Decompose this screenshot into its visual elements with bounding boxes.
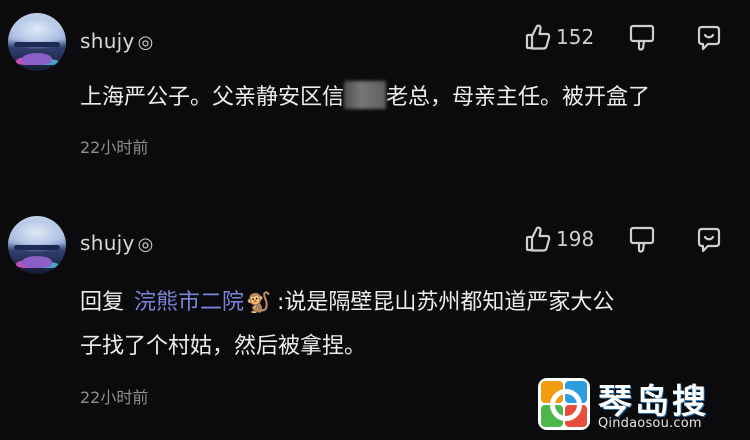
monkey-emoji-icon: 🐒 <box>246 290 271 314</box>
comment-actions: 198 <box>525 225 735 259</box>
comment-timestamp: 22小时前 <box>80 138 149 157</box>
like-count: 198 <box>556 227 595 251</box>
watermark: 琴岛搜 Qindaosou.com <box>538 374 748 436</box>
avatar[interactable] <box>8 13 66 71</box>
comment-text: 回复 浣熊市二院 🐒:说是隔壁昆山苏州都知道严家大公 子找了个村姑，然后被拿捏。 <box>80 280 730 369</box>
watermark-url: Qindaosou.com <box>598 416 702 431</box>
blurred-redaction <box>344 81 387 109</box>
username-text[interactable]: shujy <box>80 231 135 255</box>
reply-prefix: 回复 <box>80 290 125 315</box>
username-text[interactable]: shujy <box>80 29 135 53</box>
watermark-logo-icon <box>538 378 590 430</box>
verified-icon: ◎ <box>137 32 154 53</box>
comment-timestamp: 22小时前 <box>80 388 149 407</box>
avatar[interactable] <box>8 216 66 274</box>
comment-text-part1: 上海严公子。父亲静安区信 <box>80 85 345 110</box>
thumbs-down-icon <box>629 24 655 56</box>
comment-text-part2: 老总，母亲主任。被开盒了 <box>386 85 651 110</box>
comment-line-1: 回复 浣熊市二院 🐒:说是隔壁昆山苏州都知道严家大公 <box>80 280 730 325</box>
comment-line-2: 子找了个村姑，然后被拿捏。 <box>80 334 367 359</box>
reply-button[interactable] <box>695 226 723 258</box>
thumbs-up-icon <box>525 225 551 253</box>
like-button[interactable]: 152 <box>525 23 594 51</box>
username[interactable]: shujy ◎ <box>80 29 154 53</box>
comment-item: shujy ◎ 152 上海严公子。父亲静安区信 老总，母亲主任。被开盒了 22… <box>0 0 750 200</box>
comment-text: 上海严公子。父亲静安区信 老总，母亲主任。被开盒了 <box>80 76 730 120</box>
thumbs-down-icon <box>629 226 655 258</box>
dislike-button[interactable] <box>629 24 655 56</box>
comment-text-line1: :说是隔壁昆山苏州都知道严家大公 <box>276 290 615 315</box>
reply-bubble-icon <box>695 227 723 258</box>
like-count: 152 <box>556 25 595 49</box>
thumbs-up-icon <box>525 23 551 51</box>
like-button[interactable]: 198 <box>525 225 594 253</box>
dislike-button[interactable] <box>629 226 655 258</box>
comment-actions: 152 <box>525 23 735 57</box>
verified-icon: ◎ <box>137 234 154 255</box>
reply-button[interactable] <box>695 24 723 56</box>
mention-link[interactable]: 浣熊市二院 <box>134 290 244 315</box>
username[interactable]: shujy ◎ <box>80 231 154 255</box>
reply-bubble-icon <box>695 25 723 56</box>
